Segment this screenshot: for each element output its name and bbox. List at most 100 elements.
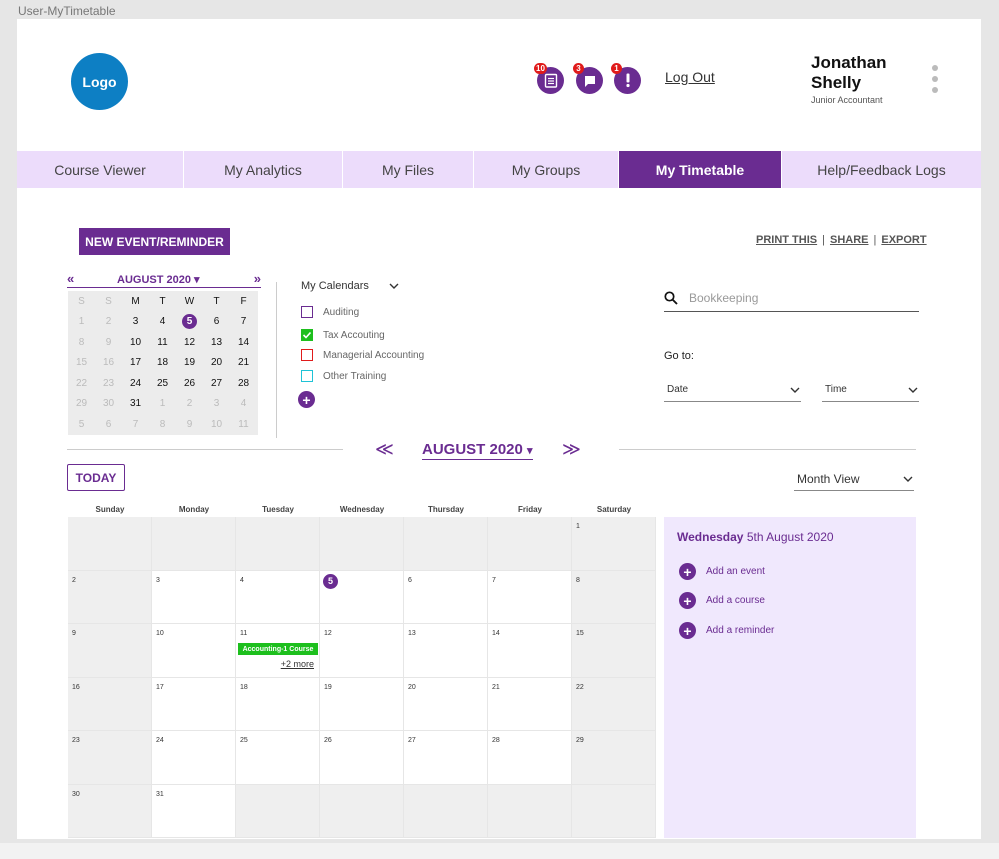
mini-day[interactable]: 19: [176, 353, 203, 374]
calendar-day-cell[interactable]: [488, 517, 572, 571]
mini-day[interactable]: 6: [203, 312, 230, 333]
mini-day[interactable]: 25: [149, 373, 176, 394]
calendar-day-cell[interactable]: 17: [152, 677, 236, 731]
mini-day[interactable]: 22: [68, 373, 95, 394]
calendar-day-cell[interactable]: 13: [404, 624, 488, 678]
calendar-day-cell[interactable]: 8: [572, 570, 656, 624]
mini-day[interactable]: 20: [203, 353, 230, 374]
calendar-day-cell[interactable]: 23: [68, 731, 152, 785]
calendar-day-cell[interactable]: 19: [320, 677, 404, 731]
add-reminder-button[interactable]: + Add a reminder: [679, 622, 774, 639]
mini-day[interactable]: 9: [176, 414, 203, 435]
new-event-button[interactable]: NEW EVENT/REMINDER: [79, 228, 230, 255]
mini-day[interactable]: 11: [230, 414, 257, 435]
calendar-day-cell[interactable]: 15: [572, 624, 656, 678]
calendar-day-cell[interactable]: 2: [68, 570, 152, 624]
mini-day[interactable]: 9: [95, 332, 122, 353]
calendar-item-other-training[interactable]: Other Training: [301, 370, 386, 382]
mini-day[interactable]: 4: [149, 312, 176, 333]
mini-day[interactable]: 3: [203, 394, 230, 415]
event-chip[interactable]: Accounting-1 Course: [238, 643, 318, 655]
logo[interactable]: Logo: [71, 53, 128, 110]
more-events-link[interactable]: +2 more: [281, 659, 314, 669]
mini-day[interactable]: 1: [149, 394, 176, 415]
calendar-day-cell[interactable]: 3: [152, 570, 236, 624]
mini-day[interactable]: 14: [230, 332, 257, 353]
mini-day[interactable]: 26: [176, 373, 203, 394]
calendar-day-cell[interactable]: 22: [572, 677, 656, 731]
chevron-down-icon[interactable]: [388, 281, 400, 291]
mini-day[interactable]: 17: [122, 353, 149, 374]
calendar-day-cell[interactable]: [320, 784, 404, 838]
calendar-day-cell[interactable]: [404, 784, 488, 838]
tab-course-viewer[interactable]: Course Viewer: [17, 151, 184, 188]
time-select[interactable]: Time: [822, 378, 919, 402]
calendar-day-cell[interactable]: 14: [488, 624, 572, 678]
view-select[interactable]: Month View: [794, 467, 914, 491]
tab-my-files[interactable]: My Files: [343, 151, 474, 188]
month-select[interactable]: AUGUST 2020 ▾: [422, 441, 533, 460]
calendar-day-cell[interactable]: 11 Accounting-1 Course +2 more: [236, 624, 320, 678]
mini-day[interactable]: 21: [230, 353, 257, 374]
tab-my-groups[interactable]: My Groups: [474, 151, 619, 188]
mini-day[interactable]: 24: [122, 373, 149, 394]
mini-prev-month-button[interactable]: «: [67, 271, 74, 286]
calendar-item-tax-accouting[interactable]: Tax Accouting: [301, 329, 385, 341]
mini-day[interactable]: 2: [95, 312, 122, 333]
mini-day[interactable]: 7: [122, 414, 149, 435]
today-button[interactable]: TODAY: [67, 464, 125, 491]
mini-day[interactable]: 1: [68, 312, 95, 333]
mini-day[interactable]: 12: [176, 332, 203, 353]
calendar-day-cell[interactable]: [152, 517, 236, 571]
calendar-item-auditing[interactable]: Auditing: [301, 306, 359, 318]
add-course-button[interactable]: + Add a course: [679, 592, 765, 609]
calendar-day-cell[interactable]: 7: [488, 570, 572, 624]
mini-day[interactable]: 8: [149, 414, 176, 435]
print-link[interactable]: PRINT THIS: [756, 234, 817, 246]
mini-day[interactable]: 5: [176, 312, 203, 333]
mini-day[interactable]: 13: [203, 332, 230, 353]
messages-button[interactable]: 3: [573, 63, 603, 94]
calendar-day-cell[interactable]: 30: [68, 784, 152, 838]
mini-day[interactable]: 3: [122, 312, 149, 333]
calendar-day-cell[interactable]: 29: [572, 731, 656, 785]
tab-my-timetable[interactable]: My Timetable: [619, 151, 782, 188]
calendar-day-cell[interactable]: [320, 517, 404, 571]
checkbox[interactable]: [301, 349, 313, 361]
calendar-day-cell[interactable]: 4: [236, 570, 320, 624]
checkbox[interactable]: [301, 306, 313, 318]
calendar-day-cell[interactable]: 25: [236, 731, 320, 785]
calendar-day-cell[interactable]: 28: [488, 731, 572, 785]
mini-next-month-button[interactable]: »: [254, 271, 261, 286]
mini-month-select[interactable]: AUGUST 2020 ▾: [117, 273, 200, 286]
tab-help-feedback-logs[interactable]: Help/Feedback Logs: [782, 151, 981, 188]
calendar-day-cell[interactable]: 20: [404, 677, 488, 731]
more-menu-icon[interactable]: [930, 65, 940, 93]
share-link[interactable]: SHARE: [830, 234, 869, 246]
calendar-day-cell[interactable]: [572, 784, 656, 838]
calendar-day-cell[interactable]: 21: [488, 677, 572, 731]
notes-button[interactable]: 10: [534, 63, 564, 94]
mini-day[interactable]: 27: [203, 373, 230, 394]
mini-day[interactable]: 5: [68, 414, 95, 435]
calendar-day-cell[interactable]: [236, 784, 320, 838]
search-input[interactable]: Bookkeeping: [664, 285, 919, 312]
mini-day[interactable]: 28: [230, 373, 257, 394]
calendar-day-cell[interactable]: [68, 517, 152, 571]
mini-day[interactable]: 4: [230, 394, 257, 415]
calendar-day-cell[interactable]: 12: [320, 624, 404, 678]
calendar-day-cell[interactable]: 6: [404, 570, 488, 624]
logout-link[interactable]: Log Out: [665, 69, 715, 85]
mini-day[interactable]: 16: [95, 353, 122, 374]
calendar-day-cell[interactable]: 9: [68, 624, 152, 678]
prev-month-button[interactable]: ≪: [375, 439, 394, 460]
checkbox[interactable]: [301, 370, 313, 382]
mini-day[interactable]: 10: [122, 332, 149, 353]
alerts-button[interactable]: 1: [611, 63, 641, 94]
calendar-day-cell[interactable]: [488, 784, 572, 838]
next-month-button[interactable]: ≫: [562, 439, 581, 460]
calendar-day-cell[interactable]: 24: [152, 731, 236, 785]
calendar-day-cell[interactable]: 27: [404, 731, 488, 785]
mini-day[interactable]: 23: [95, 373, 122, 394]
add-calendar-button[interactable]: +: [298, 391, 315, 408]
